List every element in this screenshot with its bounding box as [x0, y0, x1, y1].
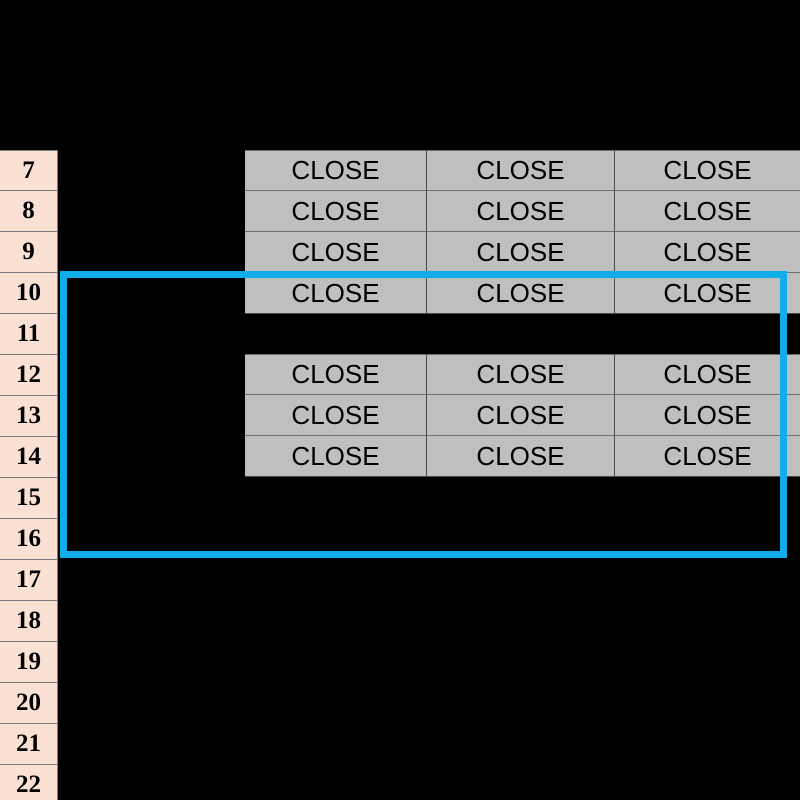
table-cell[interactable]: CLOSE [615, 436, 800, 477]
row-header-cell[interactable]: 14 [0, 437, 58, 478]
table-cell[interactable]: CLOSE [245, 395, 427, 436]
row-header-cell[interactable]: 10 [0, 273, 58, 314]
table-cell[interactable]: CLOSE [615, 273, 800, 314]
row-header-cell[interactable]: 17 [0, 560, 58, 601]
row-header-cell[interactable]: 15 [0, 478, 58, 519]
row-header-cell[interactable]: 20 [0, 683, 58, 724]
table-cell[interactable]: CLOSE [427, 191, 615, 232]
row-header-cell[interactable]: 18 [0, 601, 58, 642]
table-row: CLOSE CLOSE CLOSE [245, 354, 800, 395]
table-cell[interactable]: CLOSE [245, 354, 427, 395]
table-cell[interactable]: CLOSE [427, 354, 615, 395]
table-cell[interactable]: CLOSE [427, 273, 615, 314]
upper-close-block: CLOSE CLOSE CLOSE CLOSE CLOSE CLOSE CLOS… [245, 150, 800, 314]
table-cell[interactable]: CLOSE [615, 232, 800, 273]
row-header-column: 7 8 9 10 11 12 13 14 15 16 17 18 19 20 2… [0, 150, 58, 800]
table-row: CLOSE CLOSE CLOSE [245, 436, 800, 477]
table-cell[interactable]: CLOSE [615, 354, 800, 395]
table-row: CLOSE CLOSE CLOSE [245, 150, 800, 191]
table-cell[interactable]: CLOSE [427, 395, 615, 436]
row-header-cell[interactable]: 7 [0, 150, 58, 191]
row-header-cell[interactable]: 16 [0, 519, 58, 560]
table-cell[interactable]: CLOSE [245, 232, 427, 273]
table-cell[interactable]: CLOSE [245, 150, 427, 191]
row-header-cell[interactable]: 12 [0, 355, 58, 396]
table-cell[interactable]: CLOSE [427, 232, 615, 273]
row-header-cell[interactable]: 13 [0, 396, 58, 437]
row-header-cell[interactable]: 22 [0, 765, 58, 800]
lower-close-block: CLOSE CLOSE CLOSE CLOSE CLOSE CLOSE CLOS… [245, 354, 800, 477]
table-cell[interactable]: CLOSE [245, 273, 427, 314]
table-row: CLOSE CLOSE CLOSE [245, 395, 800, 436]
table-cell[interactable]: CLOSE [615, 395, 800, 436]
table-row: CLOSE CLOSE CLOSE [245, 191, 800, 232]
table-cell[interactable]: CLOSE [245, 436, 427, 477]
table-cell[interactable]: CLOSE [427, 436, 615, 477]
table-cell[interactable]: CLOSE [615, 191, 800, 232]
row-header-cell[interactable]: 11 [0, 314, 58, 355]
spreadsheet-canvas: 7 8 9 10 11 12 13 14 15 16 17 18 19 20 2… [0, 0, 800, 800]
table-cell[interactable]: CLOSE [615, 150, 800, 191]
row-header-cell[interactable]: 9 [0, 232, 58, 273]
table-cell[interactable]: CLOSE [427, 150, 615, 191]
row-header-cell[interactable]: 8 [0, 191, 58, 232]
row-header-cell[interactable]: 19 [0, 642, 58, 683]
table-row: CLOSE CLOSE CLOSE [245, 273, 800, 314]
table-row: CLOSE CLOSE CLOSE [245, 232, 800, 273]
row-header-cell[interactable]: 21 [0, 724, 58, 765]
table-cell[interactable]: CLOSE [245, 191, 427, 232]
